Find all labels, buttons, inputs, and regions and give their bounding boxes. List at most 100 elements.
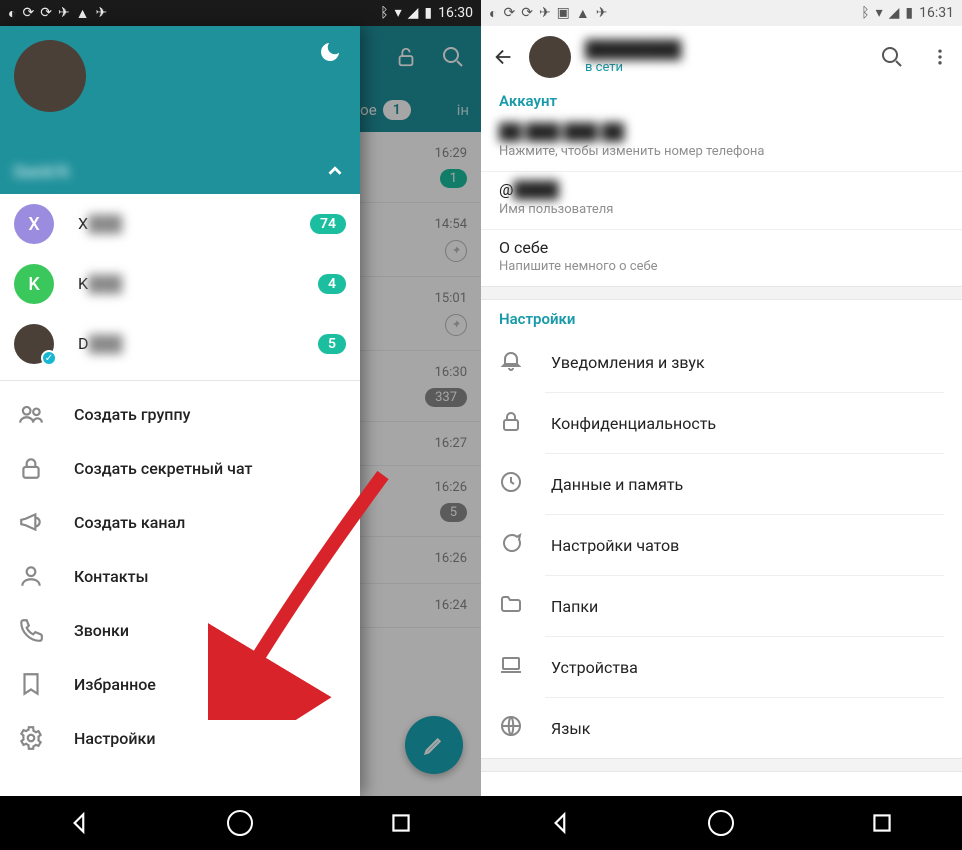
bluetooth-icon: ᛒ <box>861 5 869 21</box>
account-name: K███ <box>78 274 294 294</box>
lock-icon <box>18 455 44 481</box>
username-prefix: @ <box>499 180 513 199</box>
signal-icon: ◢ <box>408 5 419 21</box>
drawer-menu-gear[interactable]: Настройки <box>0 711 360 765</box>
phone-left: ◐ ⟳ ⟳ ✈ ▲ ✈ ᛒ ▾ ◢ ▮ 16:30 . ичное 1 iн <box>0 0 481 850</box>
drawer-menu-group[interactable]: Создать группу <box>0 387 360 441</box>
settings-item-label: Уведомления и звук <box>551 353 705 372</box>
phone-hint: Нажмите, чтобы изменить номер телефона <box>499 144 944 159</box>
settings-item-laptop[interactable]: Устройства <box>481 637 962 697</box>
telegram-icon: ✈ <box>58 5 70 21</box>
notif-icon: ◐ <box>489 5 497 22</box>
battery-icon: ▮ <box>424 5 432 21</box>
profile-name: ████████ <box>585 40 866 60</box>
nav-home-icon[interactable] <box>708 810 734 836</box>
drawer-menu-person[interactable]: Контакты <box>0 549 360 603</box>
profile-avatar[interactable] <box>529 36 571 78</box>
more-vert-icon[interactable] <box>930 47 950 67</box>
settings-body: Аккаунт ██ ███ ███ ██ Нажмите, чтобы изм… <box>481 88 962 796</box>
username-hint: Имя пользователя <box>499 202 944 217</box>
status-right-icons: ᛒ ▾ ◢ ▮ 16:30 <box>380 5 473 21</box>
back-arrow-icon[interactable] <box>493 46 515 68</box>
nav-back-icon[interactable] <box>67 810 93 836</box>
search-icon[interactable] <box>880 45 904 69</box>
status-bar: ◐ ⟳ ⟳ ✈ ▣ ▲ ✈ ᛒ ▾ ◢ ▮ 16:31 <box>481 0 962 26</box>
drawer-menu-megaphone[interactable]: Создать канал <box>0 495 360 549</box>
group-icon <box>18 401 44 427</box>
account-name: X███ <box>78 214 286 234</box>
account-avatar: X <box>14 204 54 244</box>
globe-icon <box>499 714 523 742</box>
telegram-icon-2: ✈ <box>96 5 108 21</box>
section-gap-bottom <box>481 758 962 772</box>
bell-icon <box>499 348 523 376</box>
divider <box>0 380 360 381</box>
nav-home-icon[interactable] <box>227 810 253 836</box>
settings-item-folder[interactable]: Папки <box>481 576 962 636</box>
settings-section-title: Настройки <box>481 300 962 332</box>
bluetooth-icon: ᛒ <box>380 5 388 21</box>
wifi-icon: ▾ <box>395 5 402 21</box>
android-nav-bar <box>481 796 962 850</box>
drawer-header[interactable]: David R. <box>0 26 360 194</box>
chevron-up-icon[interactable] <box>324 160 346 182</box>
bio-row[interactable]: О себе Напишите немного о себе <box>481 230 962 286</box>
settings-item-bell[interactable]: Уведомления и звук <box>481 332 962 392</box>
bookmark-icon <box>18 671 44 697</box>
sync-icon: ⟳ <box>22 5 34 21</box>
unread-badge: 4 <box>318 274 346 294</box>
nav-recent-icon[interactable] <box>869 810 895 836</box>
night-mode-icon[interactable] <box>318 40 342 68</box>
account-switcher-item[interactable]: K K███ 4 <box>0 254 360 314</box>
folder-icon <box>499 592 523 620</box>
status-time: 16:31 <box>919 5 954 21</box>
settings-item-clock[interactable]: Данные и память <box>481 454 962 514</box>
drawer-menu-label: Создать канал <box>74 513 185 532</box>
drawer-menu-phone[interactable]: Звонки <box>0 603 360 657</box>
status-right-icons: ᛒ ▾ ◢ ▮ 16:31 <box>861 5 954 21</box>
phone-row[interactable]: ██ ███ ███ ██ Нажмите, чтобы изменить но… <box>481 114 962 172</box>
phone-right: ◐ ⟳ ⟳ ✈ ▣ ▲ ✈ ᛒ ▾ ◢ ▮ 16:31 ████████ в с… <box>481 0 962 850</box>
user-name: David R. <box>14 162 72 181</box>
account-name: D███ <box>78 334 294 354</box>
section-gap <box>481 286 962 300</box>
status-time: 16:30 <box>438 5 473 21</box>
bio-label: О себе <box>499 238 944 257</box>
settings-item-label: Папки <box>551 597 598 616</box>
drawer-menu-bookmark[interactable]: Избранное <box>0 657 360 711</box>
megaphone-icon <box>18 509 44 535</box>
drawer-scrim[interactable] <box>360 26 481 796</box>
drawer-menu-label: Настройки <box>74 729 155 748</box>
settings-item-label: Устройства <box>551 658 638 677</box>
signal-icon: ◢ <box>889 5 900 21</box>
account-switcher-item[interactable]: X X███ 74 <box>0 194 360 254</box>
drawer-menu-label: Звонки <box>74 621 129 640</box>
settings-item-label: Язык <box>551 719 590 738</box>
user-avatar[interactable] <box>14 40 86 112</box>
unread-badge: 5 <box>318 334 346 354</box>
nav-back-icon[interactable] <box>548 810 574 836</box>
drawer-menu-label: Создать секретный чат <box>74 459 252 478</box>
settings-item-lock[interactable]: Конфиденциальность <box>481 393 962 453</box>
account-avatar: K <box>14 264 54 304</box>
account-section-title: Аккаунт <box>481 92 962 114</box>
username-row[interactable]: @████ Имя пользователя <box>481 172 962 230</box>
warning-icon: ▲ <box>76 5 90 22</box>
settings-item-label: Данные и память <box>551 475 683 494</box>
settings-item-chat[interactable]: Настройки чатов <box>481 515 962 575</box>
sync-icon-2: ⟳ <box>521 5 533 21</box>
bio-hint: Напишите немного о себе <box>499 259 944 274</box>
battery-icon: ▮ <box>905 5 913 21</box>
account-switcher-item[interactable]: ✓ D███ 5 <box>0 314 360 374</box>
android-nav-bar <box>0 796 481 850</box>
telegram-icon-2: ✈ <box>596 5 608 21</box>
drawer-menu-lock[interactable]: Создать секретный чат <box>0 441 360 495</box>
chat-icon <box>499 531 523 559</box>
settings-item-globe[interactable]: Язык <box>481 698 962 758</box>
notif-icon: ◐ <box>8 5 16 22</box>
account-avatar: ✓ <box>14 324 54 364</box>
unread-badge: 74 <box>310 214 346 234</box>
nav-drawer: David R. X X███ 74 K K███ 4 ✓ D███ 5 Создать гру… <box>0 26 360 796</box>
nav-recent-icon[interactable] <box>388 810 414 836</box>
telegram-icon: ✈ <box>539 5 551 21</box>
